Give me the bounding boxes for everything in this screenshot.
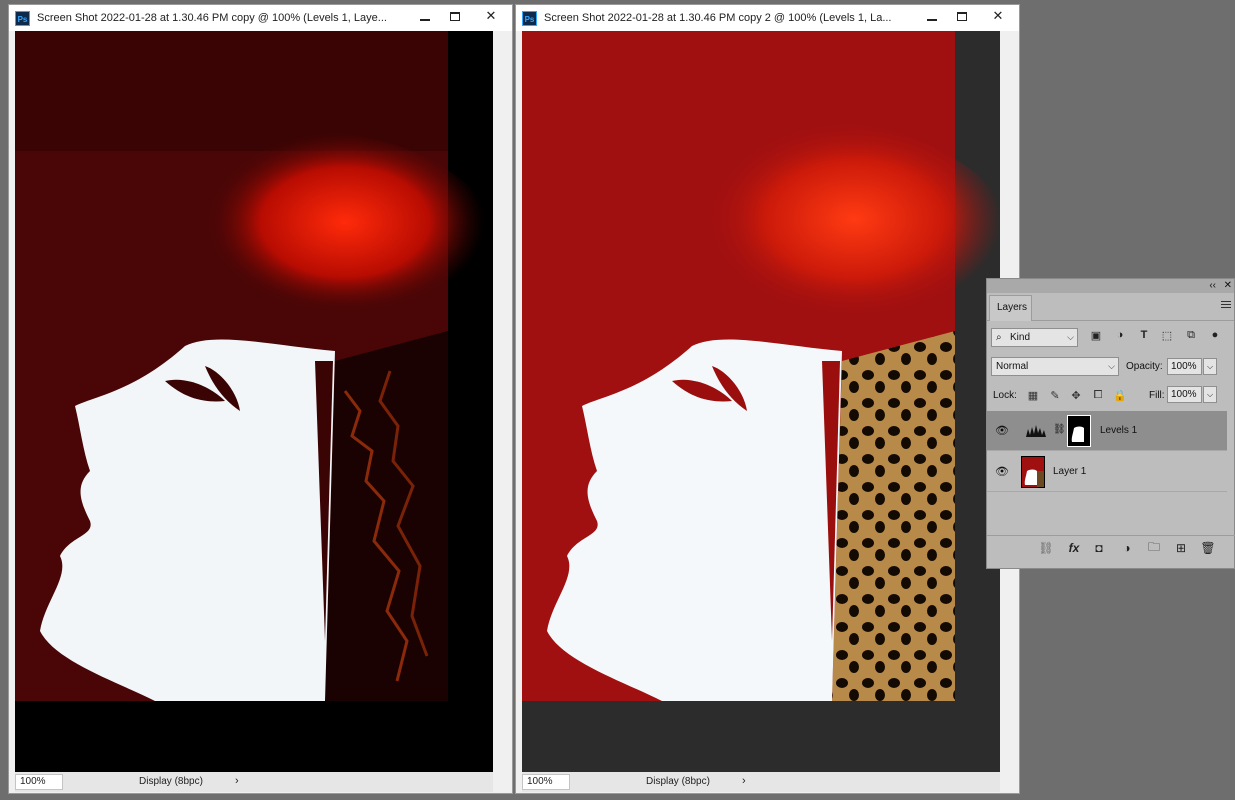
trash-icon[interactable]: 🗑	[1200, 540, 1216, 556]
chevron-down-icon: ⌵	[1108, 361, 1115, 371]
status-bar: 100% Display (8bpc) ›	[522, 772, 1000, 792]
canvas[interactable]	[15, 31, 493, 772]
search-icon: ⌕	[996, 332, 1002, 343]
chain-link-icon[interactable]: ⛓	[1053, 424, 1066, 435]
layer-name[interactable]: Layer 1	[1053, 466, 1086, 477]
levels-adjustment-icon	[1025, 415, 1047, 447]
document-title: Screen Shot 2022-01-28 at 1.30.46 PM cop…	[37, 12, 387, 24]
lock-label: Lock:	[993, 390, 1017, 401]
tab-layers[interactable]: Layers	[989, 295, 1032, 321]
chevron-down-icon: ⌵	[1067, 332, 1074, 342]
opacity-label: Opacity:	[1126, 361, 1163, 372]
shape-filter-icon[interactable]: ⬚	[1159, 327, 1175, 343]
document-title: Screen Shot 2022-01-28 at 1.30.46 PM cop…	[544, 12, 892, 24]
maximize-icon	[957, 11, 967, 21]
filter-kind-select[interactable]: ⌕ Kind ⌵	[991, 328, 1078, 347]
photoshop-app-icon: Ps	[15, 10, 30, 26]
status-info: Display (8bpc)	[139, 776, 203, 787]
minimize-icon	[420, 19, 430, 21]
new-layer-icon[interactable]: ⊞	[1173, 540, 1189, 556]
close-button[interactable]: ✕	[470, 5, 512, 27]
artwork-image	[522, 31, 1000, 701]
minimize-button[interactable]	[917, 5, 947, 27]
new-adjustment-layer-icon[interactable]: ◑	[1119, 540, 1135, 556]
title-bar[interactable]: Ps Screen Shot 2022-01-28 at 1.30.46 PM …	[9, 5, 512, 31]
fx-icon[interactable]: fx	[1066, 540, 1082, 556]
panel-header-bar[interactable]: ‹‹ ✕	[987, 279, 1234, 293]
filter-kind-value: Kind	[1010, 332, 1031, 343]
maximize-button[interactable]	[947, 5, 977, 27]
opacity-dropdown-icon[interactable]: ⌵	[1203, 358, 1217, 375]
close-icon[interactable]: ✕	[1224, 279, 1232, 293]
canvas[interactable]	[522, 31, 1000, 772]
adjustment-filter-icon[interactable]: ◑	[1112, 327, 1128, 343]
fill-field[interactable]: 100%	[1167, 386, 1202, 403]
visibility-eye-icon[interactable]: 👁	[995, 465, 1009, 478]
fill-label: Fill:	[1149, 390, 1165, 401]
artwork-image	[15, 31, 493, 701]
photoshop-app-icon: Ps	[522, 10, 537, 26]
type-filter-icon[interactable]: T	[1136, 327, 1152, 343]
layer-row-layer-1[interactable]: 👁 Layer 1	[987, 452, 1227, 492]
status-bar: 100% Display (8bpc) ›	[15, 772, 493, 792]
filter-toggle-icon[interactable]: ●	[1207, 327, 1223, 343]
blend-mode-select[interactable]: Normal ⌵	[991, 357, 1119, 376]
new-group-folder-icon[interactable]: 🗀	[1146, 540, 1162, 556]
title-bar[interactable]: Ps Screen Shot 2022-01-28 at 1.30.46 PM …	[516, 5, 1019, 31]
link-layers-icon[interactable]: ⛓	[1038, 540, 1054, 556]
lock-artboard-icon[interactable]: ⧠	[1091, 387, 1105, 403]
maximize-icon	[450, 11, 460, 21]
minimize-button[interactable]	[410, 5, 440, 27]
maximize-button[interactable]	[440, 5, 470, 27]
lock-position-icon[interactable]: ✥	[1069, 387, 1083, 403]
layers-panel-footer: ⛓ fx ◘ ◑ 🗀 ⊞ 🗑	[987, 535, 1235, 559]
lock-transparent-pixels-icon[interactable]: ▦	[1026, 387, 1040, 403]
document-window-1[interactable]: Ps Screen Shot 2022-01-28 at 1.30.46 PM …	[8, 4, 513, 794]
layer-mask-thumbnail[interactable]	[1067, 415, 1091, 447]
status-menu-arrow-icon[interactable]: ›	[742, 775, 746, 787]
lock-all-icon[interactable]: 🔒	[1113, 387, 1127, 403]
panel-menu-icon[interactable]	[1221, 301, 1231, 310]
layers-panel[interactable]: ‹‹ ✕ Layers ⌕ Kind ⌵ ▣ ◑ T ⬚ ⧉ ● Normal …	[986, 278, 1235, 569]
collapse-icon[interactable]: ‹‹	[1209, 279, 1216, 293]
pixel-filter-icon[interactable]: ▣	[1088, 327, 1104, 343]
layer-name[interactable]: Levels 1	[1100, 425, 1137, 436]
status-info: Display (8bpc)	[646, 776, 710, 787]
document-window-2[interactable]: Ps Screen Shot 2022-01-28 at 1.30.46 PM …	[515, 4, 1020, 794]
status-menu-arrow-icon[interactable]: ›	[235, 775, 239, 787]
fill-dropdown-icon[interactable]: ⌵	[1203, 386, 1217, 403]
add-mask-icon[interactable]: ◘	[1091, 540, 1107, 556]
zoom-field[interactable]: 100%	[522, 774, 570, 790]
layer-thumbnail[interactable]	[1021, 456, 1045, 488]
opacity-field[interactable]: 100%	[1167, 358, 1202, 375]
close-button[interactable]: ✕	[977, 5, 1019, 27]
minimize-icon	[927, 19, 937, 21]
blend-mode-value: Normal	[996, 361, 1029, 372]
vertical-scrollbar[interactable]	[494, 31, 510, 772]
smart-object-filter-icon[interactable]: ⧉	[1183, 327, 1199, 343]
lock-image-pixels-icon[interactable]: ✎	[1048, 387, 1062, 403]
visibility-eye-icon[interactable]: 👁	[995, 424, 1009, 437]
zoom-field[interactable]: 100%	[15, 774, 63, 790]
layer-row-levels-1[interactable]: 👁 ⛓ Levels 1	[987, 411, 1227, 451]
